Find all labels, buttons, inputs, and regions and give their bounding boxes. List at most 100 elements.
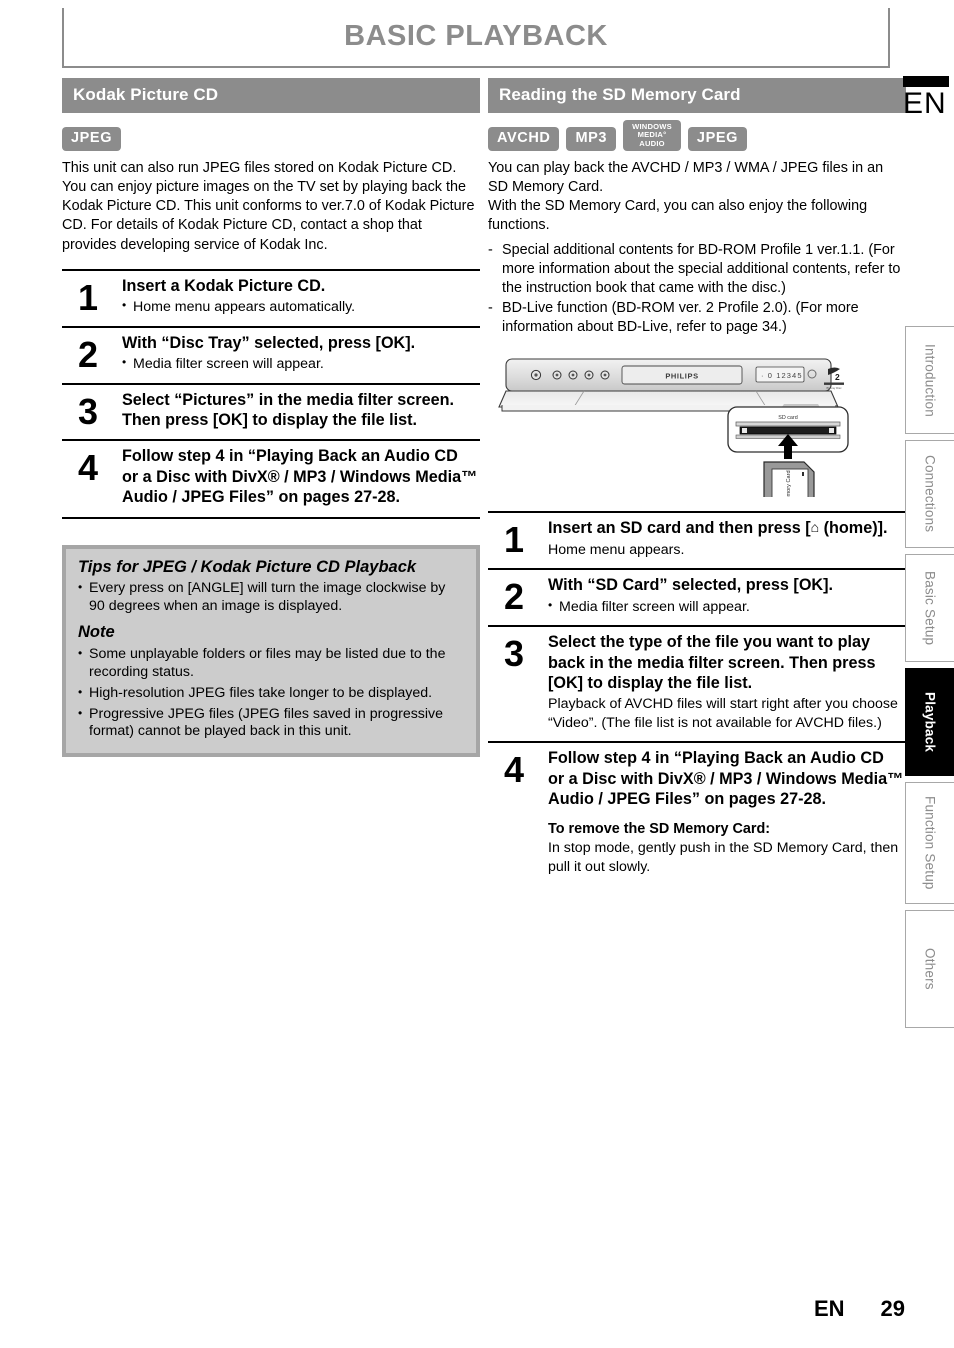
step-title: With “SD Card” selected, press [OK]. [548,576,833,595]
step-title: Insert an SD card and then press [⌂ (hom… [548,518,904,538]
sidebar-tab-basic-setup[interactable]: Basic Setup [905,554,954,662]
language-mark: EN [903,76,949,120]
bullet-dot-icon: • [122,355,127,370]
section-header-kodak-picture-cd: Kodak Picture CD [62,78,480,113]
bullet-dot-icon: • [78,645,83,660]
note-text: Progressive JPEG files (JPEG files saved… [89,705,444,740]
language-mark-text: EN [903,87,947,120]
right-column: Reading the SD Memory Card AVCHD MP3 WIN… [488,78,906,885]
sidebar-tab-label: Basic Setup [922,570,938,646]
step-item: 4 Follow step 4 in “Playing Back an Audi… [62,441,480,519]
sd-memory-card-label: SD Memory Card [786,471,792,498]
player-front-panel: PHILIPS · 0 12345 2 Blu-ray Disc [498,358,844,412]
tip-text: Every press on [ANGLE] will turn the ima… [89,580,446,615]
step-bullet-text: Media filter screen will appear. [133,356,324,373]
step-bullet: • Media filter screen will appear. [548,598,904,616]
dash-mark-icon: - [488,300,493,317]
step-body: With “Disc Tray” selected, press [OK]. •… [122,333,480,374]
step-body: Follow step 4 in “Playing Back an Audio … [548,748,906,876]
mp3-badge: MP3 [566,127,617,151]
tip-item: • Every press on [ANGLE] will turn the i… [78,580,464,616]
sd-intro-line-2: With the SD Memory Card, you can also en… [488,198,868,234]
step-item: 3 Select “Pictures” in the media filter … [62,385,480,442]
sidebar-tab-label: Connections [922,455,938,533]
chapter-tab-strip: Introduction Connections Basic Setup Pla… [905,326,954,1034]
dash-mark-icon: - [488,241,493,258]
sidebar-tab-playback[interactable]: Playback [905,668,954,776]
note-text: Some unplayable folders or files may be … [89,645,446,680]
step-item: 3 Select the type of the file you want t… [488,627,906,744]
dash-item-text: BD-Live function (BD-ROM ver. 2 Profile … [502,300,859,336]
footer-page-number: 29 [880,1296,905,1321]
step-title-after: (home)]. [819,519,888,538]
left-column: Kodak Picture CD JPEG This unit can also… [62,78,480,758]
sidebar-tab-label: Introduction [922,343,938,417]
step-body: Select “Pictures” in the media filter sc… [122,390,480,431]
player-display-readout: · 0 12345 [761,371,803,380]
step-bullet-text: Home menu appears automatically. [133,299,356,316]
step-title: Select “Pictures” in the media filter sc… [122,390,454,429]
philips-brand-logo-text: PHILIPS [665,372,698,381]
sd-card-slot-label: SD card [778,415,797,421]
step-title: Select the type of the file you want to … [548,633,876,692]
step-number: 1 [78,276,99,318]
tips-and-note-box: Tips for JPEG / Kodak Picture CD Playbac… [62,544,480,758]
wma-line-3: AUDIO [639,138,665,148]
step-body: Select the type of the file you want to … [548,632,906,732]
sidebar-tab-label: Others [922,948,938,990]
avchd-badge: AVCHD [488,127,560,151]
sidebar-tab-function-setup[interactable]: Function Setup [905,782,954,904]
step-item: 4 Follow step 4 in “Playing Back an Audi… [488,743,906,885]
note-item: • Some unplayable folders or files may b… [78,646,464,682]
page-footer: EN 29 [0,1296,905,1322]
step-title: Follow step 4 in “Playing Back an Audio … [548,749,904,809]
sd-intro-text: You can play back the AVCHD / MP3 / WMA … [488,159,906,236]
jpeg-badge: JPEG [62,127,122,151]
left-badge-row: JPEG [62,125,480,151]
step-number: 1 [504,519,525,561]
step-number: 2 [78,333,99,375]
sidebar-tab-connections[interactable]: Connections [905,440,954,548]
step-title: Follow step 4 in “Playing Back an Audio … [122,447,478,507]
player-illustration-svg: PHILIPS · 0 12345 2 Blu-ray Disc SD card… [498,358,849,524]
bullet-dot-icon: • [78,684,83,699]
note-title: Note [78,623,115,642]
svg-text:Blu-ray Disc: Blu-ray Disc [826,386,842,390]
step-body: Insert an SD card and then press [⌂ (hom… [548,518,906,559]
sd-card-insertion-illustration: PHILIPS · 0 12345 2 Blu-ray Disc SD card… [488,347,906,524]
step-body: Follow step 4 in “Playing Back an Audio … [122,446,480,507]
step-number: 2 [504,576,525,618]
bullet-dot-icon: • [78,705,83,720]
section-header-reading-sd-memory-card: Reading the SD Memory Card [488,78,906,113]
sd-steps-list: 1 Insert an SD card and then press [⌂ (h… [488,511,906,885]
step-bullet: • Media filter screen will appear. [122,355,478,373]
kodak-intro-paragraph: This unit can also run JPEG files stored… [62,160,475,253]
step-number: 4 [504,749,525,791]
dash-list-item: - Special additional contents for BD-ROM… [488,241,906,298]
sd-memory-card-graphic: SD Memory Card [763,461,815,524]
step-item: 2 With “Disc Tray” selected, press [OK].… [62,328,480,385]
step-bullet-text: Media filter screen will appear. [559,598,750,615]
language-mark-bar [903,76,949,87]
step-body: Insert a Kodak Picture CD. • Home menu a… [122,276,480,317]
note-item: • High-resolution JPEG files take longer… [78,685,464,703]
sidebar-tab-label: Playback [922,691,938,753]
step-sub-text: Home menu appears. [548,541,685,558]
jpeg-badge: JPEG [687,127,747,151]
sidebar-tab-introduction[interactable]: Introduction [905,326,954,434]
step-body: With “SD Card” selected, press [OK]. • M… [548,575,906,616]
step-number: 3 [78,390,99,432]
step-item: 1 Insert an SD card and then press [⌂ (h… [488,513,906,571]
bullet-dot-icon: • [78,580,83,595]
remove-card-text: In stop mode, gently push in the SD Memo… [548,840,899,875]
sidebar-tab-label: Function Setup [922,796,938,890]
step-number: 3 [504,633,525,675]
step-item: 1 Insert a Kodak Picture CD. • Home menu… [62,271,480,328]
sidebar-tab-others[interactable]: Others [905,910,954,1028]
dash-item-text: Special additional contents for BD-ROM P… [502,241,901,296]
right-badge-row: AVCHD MP3 WINDOWS MEDIA° AUDIO JPEG [488,119,906,151]
kodak-intro-text: This unit can also run JPEG files stored… [62,159,480,255]
step-sub-text: Playback of AVCHD files will start right… [548,696,898,731]
step-item: 2 With “SD Card” selected, press [OK]. •… [488,570,906,628]
step-title-before: Insert an SD card and then press [ [548,519,811,538]
